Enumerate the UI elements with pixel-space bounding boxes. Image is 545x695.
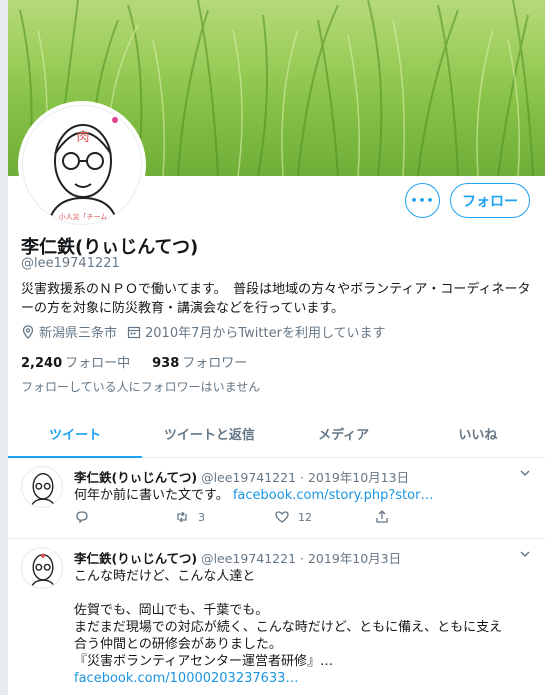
tweet-line: まだまだ現場での対応が続く、こんな時だけど、ともに備え、ともに支え xyxy=(74,620,503,635)
tweet-actions: 3 12 xyxy=(74,509,474,525)
tweet-line: 佐賀でも、岡山でも、千葉でも。 xyxy=(74,603,269,618)
heart-icon xyxy=(275,511,289,523)
followers-label: フォロワー xyxy=(182,356,248,371)
followers-you-know-note: フォローしている人にフォロワーはいません xyxy=(21,380,261,394)
tab-tweets-and-replies[interactable]: ツイートと返信 xyxy=(142,409,276,457)
retweet-button[interactable]: 3 xyxy=(174,509,274,525)
tweet-line: こんな時だけど、こんな人達と xyxy=(74,569,256,584)
tweet-item[interactable]: 李仁鉄(りぃじんてつ) @lee19741221 · 2019年10月13日 何年… xyxy=(8,459,545,539)
followers-stat[interactable]: 938 フォロワー xyxy=(152,352,247,371)
like-button[interactable]: 12 xyxy=(274,509,374,525)
reply-button[interactable] xyxy=(74,509,174,525)
tweet-line: 『災害ボランティアセンター運営者研修』… xyxy=(74,654,333,669)
tweet-header: 李仁鉄(りぃじんてつ) @lee19741221 · 2019年10月3日 xyxy=(74,548,401,567)
profile-page: 肉 小人災「チーム ••• フォロー 李仁鉄(りぃじんてつ) @lee19741… xyxy=(8,0,545,695)
tweet-text: 何年か前に書いた文です。 facebook.com/story.php?stor… xyxy=(74,487,534,504)
retweet-count: 3 xyxy=(198,510,205,524)
tweet-header: 李仁鉄(りぃじんてつ) @lee19741221 · 2019年10月13日 xyxy=(74,467,409,486)
tab-tweets[interactable]: ツイート xyxy=(8,409,143,458)
profile-stats: 2,240 フォロー中 938 フォロワー xyxy=(21,352,269,371)
profile-handle[interactable]: @lee19741221 xyxy=(21,256,120,271)
following-label: フォロー中 xyxy=(65,356,131,371)
location-text: 新潟県三条市 xyxy=(39,326,118,341)
following-count: 2,240 xyxy=(21,356,63,371)
location-pin-icon xyxy=(22,324,34,339)
caricature-image: 肉 小人災「チーム xyxy=(47,117,119,224)
profile-meta: 新潟県三条市 2010年7月からTwitterを利用しています xyxy=(21,322,396,341)
tweet-avatar[interactable] xyxy=(21,547,63,589)
tab-media[interactable]: メディア xyxy=(277,409,411,457)
tweet-line xyxy=(74,585,534,602)
avatar-forehead-text: 肉 xyxy=(76,130,89,145)
tweet-link[interactable]: facebook.com/1000020323763​3… xyxy=(74,670,534,687)
joined-text: 2010年7月からTwitterを利用しています xyxy=(145,326,386,341)
tweet-author-name[interactable]: 李仁鉄(りぃじんてつ) xyxy=(74,551,197,566)
retweet-icon xyxy=(177,511,187,523)
share-icon xyxy=(376,510,388,523)
tweet-avatar-image xyxy=(30,472,56,507)
tweet-text: こんな時だけど、こんな人達と 佐賀でも、岡山でも、千葉でも。 まだまだ現場での対… xyxy=(74,568,534,687)
reply-icon xyxy=(76,511,88,524)
tweet-link[interactable]: facebook.com/story.php?stor… xyxy=(233,488,434,503)
chevron-down-icon[interactable] xyxy=(519,548,531,560)
calendar-icon xyxy=(127,326,141,338)
tweet-text-body: 何年か前に書いた文です。 xyxy=(74,488,229,503)
more-dots-icon: ••• xyxy=(410,194,435,207)
tab-likes[interactable]: いいね xyxy=(411,409,545,457)
follow-button[interactable]: フォロー xyxy=(450,183,530,218)
tweet-avatar[interactable] xyxy=(21,466,63,508)
chevron-down-icon[interactable] xyxy=(519,467,531,479)
tweet-author-meta[interactable]: @lee19741221 · 2019年10月13日 xyxy=(201,470,409,485)
location-item: 新潟県三条市 xyxy=(21,322,117,341)
tweet-line: 合う仲間との研修会がありました。 xyxy=(74,637,282,652)
profile-tabs: ツイート ツイートと返信 メディア いいね xyxy=(8,409,545,458)
tweet-avatar-image xyxy=(30,553,56,588)
tweet-item[interactable]: 李仁鉄(りぃじんてつ) @lee19741221 · 2019年10月3日 こんな… xyxy=(8,540,545,695)
profile-avatar[interactable]: 肉 小人災「チーム xyxy=(18,101,146,229)
share-button[interactable] xyxy=(374,509,474,525)
joined-item: 2010年7月からTwitterを利用しています xyxy=(127,322,386,341)
followers-count: 938 xyxy=(152,356,180,371)
tweet-author-meta[interactable]: @lee19741221 · 2019年10月3日 xyxy=(201,551,401,566)
more-options-button[interactable]: ••• xyxy=(405,183,440,218)
avatar-image: 肉 小人災「チーム xyxy=(22,105,142,225)
profile-bio: 災害救援系のＮＰＯで働いてます。 普段は地域の方々やボランティア・コーディネータ… xyxy=(21,282,531,316)
following-stat[interactable]: 2,240 フォロー中 xyxy=(21,352,130,371)
avatar-caption: 小人災「チーム xyxy=(59,212,108,221)
like-count: 12 xyxy=(298,510,312,524)
tweet-author-name[interactable]: 李仁鉄(りぃじんてつ) xyxy=(74,470,197,485)
